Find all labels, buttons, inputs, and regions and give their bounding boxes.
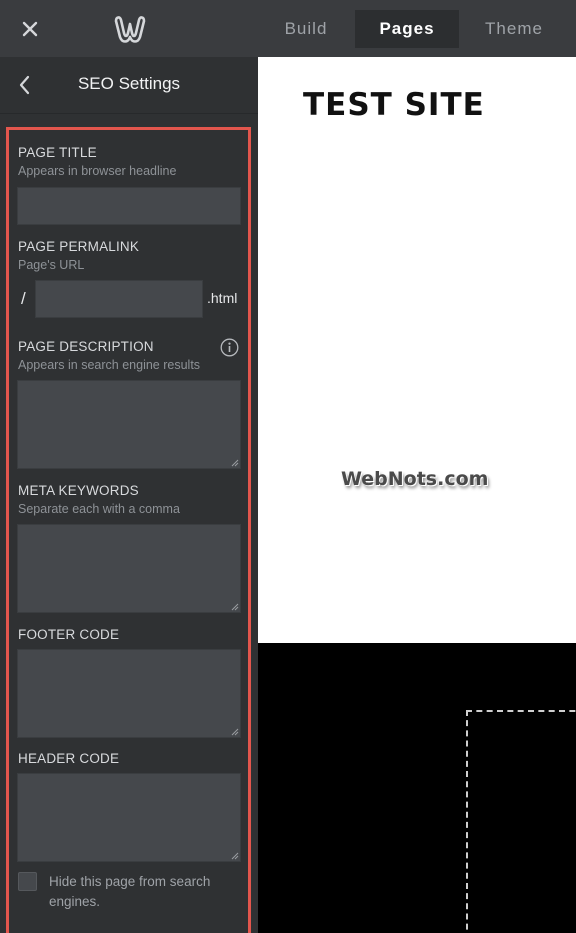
resize-handle-icon[interactable] — [231, 852, 239, 860]
permalink-hint: Page's URL — [18, 258, 85, 272]
tab-build[interactable]: Build — [260, 10, 352, 48]
top-bar: Build Pages Theme — [0, 0, 576, 57]
page-title-hint: Appears in browser headline — [18, 164, 177, 178]
panel-title: SEO Settings — [77, 74, 181, 93]
permalink-prefix: / — [21, 289, 26, 308]
seo-settings-panel: SEO Settings PAGE TITLE Appears in brows… — [0, 57, 258, 933]
footer-code-textarea[interactable] — [17, 649, 241, 738]
header-code-label: HEADER CODE — [18, 751, 120, 766]
preview-dark-section — [258, 643, 576, 933]
description-label: PAGE DESCRIPTION — [18, 339, 154, 354]
keywords-label: META KEYWORDS — [18, 483, 139, 498]
footer-code-label: FOOTER CODE — [18, 627, 120, 642]
tab-pages[interactable]: Pages — [355, 10, 459, 48]
hide-from-search-checkbox[interactable] — [18, 872, 37, 891]
hide-from-search-label[interactable]: Hide this page from search engines. — [49, 872, 239, 912]
keywords-textarea[interactable] — [17, 524, 241, 613]
permalink-input[interactable] — [35, 280, 203, 318]
page-title-input[interactable] — [17, 187, 241, 225]
description-textarea[interactable] — [17, 380, 241, 469]
site-title[interactable]: TEST SITE — [303, 87, 485, 123]
permalink-label: PAGE PERMALINK — [18, 239, 140, 254]
resize-handle-icon[interactable] — [231, 728, 239, 736]
weebly-logo-icon[interactable] — [112, 13, 148, 45]
panel-header: SEO Settings — [0, 57, 258, 114]
watermark: WebNots.com — [341, 468, 489, 490]
tab-theme[interactable]: Theme — [466, 10, 562, 48]
resize-handle-icon[interactable] — [231, 459, 239, 467]
header-code-textarea[interactable] — [17, 773, 241, 862]
close-icon[interactable] — [14, 13, 46, 45]
permalink-suffix: .html — [207, 290, 238, 306]
site-preview: TEST SITE WebNots.com — [258, 57, 576, 643]
description-hint: Appears in search engine results — [18, 358, 201, 372]
keywords-hint: Separate each with a comma — [18, 502, 180, 516]
resize-handle-icon[interactable] — [231, 603, 239, 611]
page-title-label: PAGE TITLE — [18, 145, 97, 160]
info-icon[interactable] — [220, 338, 239, 357]
placeholder-dashed-box — [466, 710, 576, 933]
